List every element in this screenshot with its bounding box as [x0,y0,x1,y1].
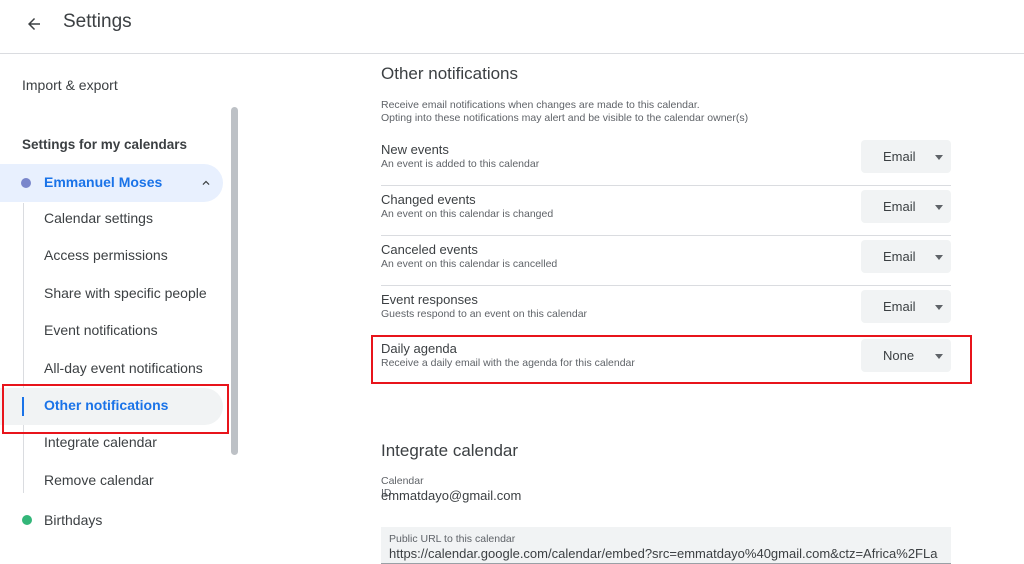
sidebar-item-share-with-specific-people[interactable]: Share with specific people [0,276,223,313]
section-description: Receive email notifications when changes… [381,99,700,111]
sidebar-item-label: All-day event notifications [44,360,203,376]
notification-row-changed-events: Changed events An event on this calendar… [381,186,951,236]
public-url-label: Public URL to this calendar [389,533,516,545]
sidebar-item-remove-calendar[interactable]: Remove calendar [0,463,223,500]
row-title: Event responses [381,292,478,307]
sidebar-item-calendar-settings[interactable]: Calendar settings [0,201,223,238]
section-title-integrate-calendar: Integrate calendar [381,441,519,460]
sidebar-item-all-day-event-notifications[interactable]: All-day event notifications [0,351,223,388]
row-subtitle: An event is added to this calendar [381,158,540,170]
select-value: Email [883,299,916,314]
notification-select[interactable]: Email [861,190,951,223]
arrow-left-icon [28,18,40,30]
public-url-field[interactable]: Public URL to this calendar https://cale… [381,527,951,564]
sidebar-item-label: Remove calendar [44,472,154,488]
calendar-id-value: emmatdayo@gmail.com [381,488,522,503]
sidebar-item-label: Share with specific people [44,285,207,301]
app-header: Settings [0,0,1024,54]
sidebar-section-label: Settings for my calendars [22,137,188,152]
back-button[interactable] [18,8,50,40]
sidebar-item-event-notifications[interactable]: Event notifications [0,313,223,350]
section-title-other-notifications: Other notifications [381,64,519,83]
select-value: Email [883,249,916,264]
notification-select[interactable]: Email [861,240,951,273]
dropdown-arrow-icon [935,155,943,160]
calendar-name: Emmanuel Moses [44,174,163,190]
chevron-up-icon[interactable] [199,176,213,190]
sidebar-item-access-permissions[interactable]: Access permissions [0,238,223,275]
sidebar-scrollbar[interactable] [231,107,238,455]
select-value: Email [883,199,916,214]
row-title: Canceled events [381,242,478,257]
row-title: New events [381,142,449,157]
dropdown-arrow-icon [935,205,943,210]
row-subtitle: An event on this calendar is cancelled [381,258,558,270]
sidebar-calendar-emmanuel-moses[interactable]: Emmanuel Moses [0,164,223,202]
select-value: Email [883,149,916,164]
sidebar-calendar-birthdays[interactable]: Birthdays [44,512,102,528]
section-description: Opting into these notifications may aler… [381,112,749,124]
notification-row-event-responses: Event responses Guests respond to an eve… [381,286,951,336]
row-subtitle: An event on this calendar is changed [381,208,554,220]
notification-row-new-events: New events An event is added to this cal… [381,136,951,186]
sidebar-item-label: Integrate calendar [44,434,157,450]
public-url-value: https://calendar.google.com/calendar/emb… [389,546,938,561]
notification-select[interactable]: Email [861,140,951,173]
sidebar-item-label: Access permissions [44,247,168,263]
sidebar-item-import-export[interactable]: Import & export [22,77,118,93]
sidebar-item-label: Calendar settings [44,210,153,226]
highlight-box [2,384,229,434]
row-title: Changed events [381,192,476,207]
notification-select[interactable]: Email [861,290,951,323]
row-subtitle: Guests respond to an event on this calen… [381,308,588,320]
sidebar-item-label: Event notifications [44,322,158,338]
page-title: Settings [63,11,132,32]
calendar-color-dot [22,515,32,525]
highlight-box [371,335,972,384]
dropdown-arrow-icon [935,305,943,310]
notification-row-canceled-events: Canceled events An event on this calenda… [381,236,951,286]
dropdown-arrow-icon [935,255,943,260]
calendar-color-dot [21,178,31,188]
sidebar: Import & export Settings for my calendar… [0,55,240,564]
